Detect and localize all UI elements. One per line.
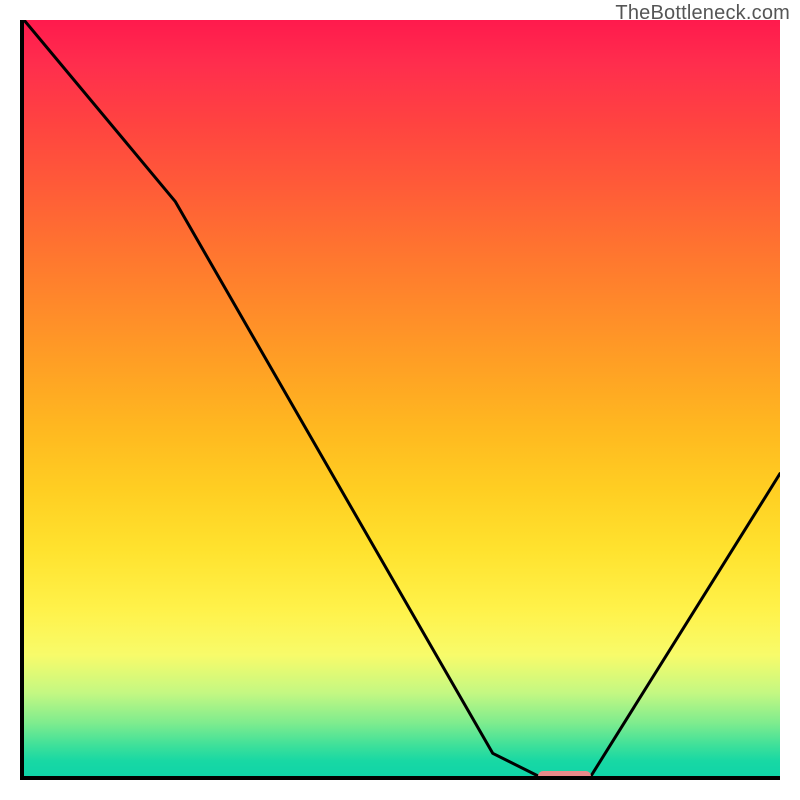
optimal-range-marker xyxy=(538,771,591,780)
bottleneck-chart: TheBottleneck.com xyxy=(0,0,800,800)
bottleneck-curve-line xyxy=(24,20,780,776)
plot-area xyxy=(20,20,780,780)
curve-layer xyxy=(24,20,780,776)
